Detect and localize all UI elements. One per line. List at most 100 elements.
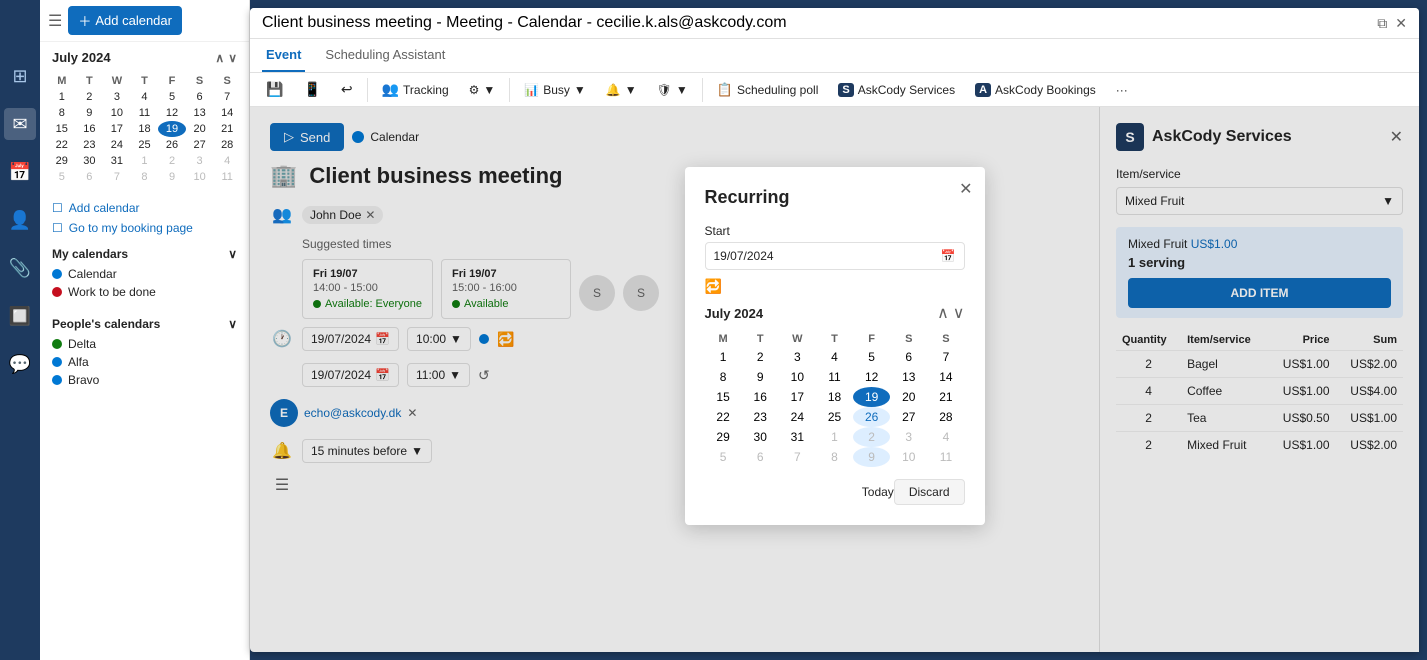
- window-controls: ⧉ ✕: [1377, 15, 1407, 32]
- sidebar: ☰ ＋ Add calendar July 2024 ∧ ∨ M T W T F…: [40, 0, 250, 660]
- start-label: Start: [705, 224, 965, 238]
- tracking-button[interactable]: 👥 Tracking: [374, 77, 457, 102]
- save-icon: 💾: [266, 81, 283, 98]
- askcody-a-icon: A: [975, 83, 991, 97]
- dow-s: S: [186, 73, 214, 89]
- cal-day[interactable]: 1: [48, 89, 76, 105]
- modal-mini-calendar: July 2024 ∧ ∨ MTWTFSS 1234567: [705, 303, 965, 467]
- new-event-button[interactable]: ＋ Add calendar: [68, 6, 182, 35]
- busy-button[interactable]: 📊 Busy ▼: [516, 79, 594, 101]
- plus-calendar-icon: ☐: [52, 201, 63, 215]
- bravo-dot: [52, 375, 62, 385]
- next-month-icon[interactable]: ∨: [228, 51, 237, 65]
- cal-prev-icon[interactable]: ∧: [937, 303, 949, 323]
- sidebar-links: ☐ Add calendar ☐ Go to my booking page: [40, 193, 249, 243]
- tracking-icon: 👥: [382, 81, 399, 98]
- askcody-services-button[interactable]: S AskCody Services: [830, 79, 963, 101]
- peoples-calendars-section: People's calendars ∨ Delta Alfa Bravo: [40, 313, 249, 393]
- new-event-label: Add calendar: [95, 13, 172, 28]
- reminder-button[interactable]: 🔔 ▼: [598, 79, 645, 101]
- busy-icon: 📊: [524, 83, 539, 97]
- undo-button[interactable]: ↩: [333, 77, 361, 102]
- sep3: [702, 78, 703, 102]
- current-month: July 2024: [52, 50, 111, 65]
- poll-icon: 📋: [717, 82, 733, 98]
- dow-t: T: [76, 73, 104, 89]
- calendar-item-bravo[interactable]: Bravo: [52, 371, 237, 389]
- calendar-item-delta[interactable]: Delta: [52, 335, 237, 353]
- sidebar-toolbar: ☰ ＋ Add calendar: [40, 0, 249, 42]
- scheduling-poll-button[interactable]: 📋 Scheduling poll: [709, 78, 827, 102]
- booking-page-label: Go to my booking page: [69, 221, 193, 235]
- month-header: July 2024 ∧ ∨: [40, 42, 249, 73]
- collapse-peoples-icon[interactable]: ∨: [228, 317, 237, 331]
- dow-t2: T: [131, 73, 159, 89]
- nav-icon-apps[interactable]: ⊞: [4, 60, 36, 92]
- nav-icon-tasks[interactable]: 📎: [4, 252, 36, 284]
- cal-month: July 2024: [705, 306, 764, 321]
- dow-s2: S: [213, 73, 241, 89]
- modal-date-input[interactable]: 19/07/2024 📅: [705, 242, 965, 270]
- booking-page-link[interactable]: ☐ Go to my booking page: [52, 221, 237, 235]
- peoples-calendars-header[interactable]: People's calendars ∨: [52, 317, 237, 331]
- hamburger-icon[interactable]: ☰: [48, 11, 62, 31]
- nav-icon-mail[interactable]: ✉: [4, 108, 36, 140]
- prev-month-icon[interactable]: ∧: [215, 51, 224, 65]
- booking-icon: ☐: [52, 221, 63, 235]
- calendar-item-work[interactable]: Work to be done: [52, 283, 237, 301]
- more-button[interactable]: ···: [1108, 79, 1136, 101]
- recurring-modal: Recurring ✕ Start 19/07/2024 📅 🔁 July 20…: [685, 167, 985, 525]
- main-window: Client business meeting - Meeting - Cale…: [250, 8, 1419, 652]
- window-title: Client business meeting - Meeting - Cale…: [262, 14, 787, 32]
- cal-header: July 2024 ∧ ∨: [705, 303, 965, 323]
- dow-w: W: [103, 73, 131, 89]
- mobile-icon: 📱: [303, 81, 320, 98]
- month-navigation[interactable]: ∧ ∨: [215, 51, 237, 65]
- collapse-icon[interactable]: ∨: [228, 247, 237, 261]
- dow-m: M: [48, 73, 76, 89]
- ribbon-tabs: Event Scheduling Assistant: [250, 39, 1419, 73]
- my-calendars-section: My calendars ∨ Calendar Work to be done: [40, 243, 249, 305]
- cal-nav: ∧ ∨: [937, 303, 964, 323]
- options-button[interactable]: ⚙ ▼: [461, 79, 504, 101]
- modal-close-button[interactable]: ✕: [959, 179, 972, 199]
- ribbon-toolbar: 💾 📱 ↩ 👥 Tracking ⚙ ▼ 📊 Busy ▼ 🔔 ▼ 🛡 ▼ 📋 …: [250, 73, 1419, 107]
- privacy-button[interactable]: 🛡 ▼: [649, 79, 696, 101]
- today-button[interactable]: Today: [862, 485, 894, 499]
- reminder-icon: 🔔: [606, 83, 621, 97]
- askcody-services-label: AskCody Services: [858, 83, 955, 97]
- nav-icon-calendar[interactable]: 📅: [4, 156, 36, 188]
- delta-dot: [52, 339, 62, 349]
- mini-calendar: M T W T F S S 1234567 891011121314 15161…: [40, 73, 249, 193]
- options-icon: ⚙: [469, 83, 480, 97]
- calendar-item-alfa[interactable]: Alfa: [52, 353, 237, 371]
- discard-button[interactable]: Discard: [894, 479, 965, 505]
- close-button[interactable]: ✕: [1395, 15, 1407, 32]
- recur-repeat-icon[interactable]: 🔁: [705, 278, 965, 295]
- tab-scheduling-assistant[interactable]: Scheduling Assistant: [321, 39, 449, 72]
- tab-event[interactable]: Event: [262, 39, 305, 72]
- add-calendar-label: Add calendar: [69, 201, 140, 215]
- event-content: ▷ Send Calendar 🏢 Client business meetin…: [250, 107, 1419, 652]
- my-calendars-header[interactable]: My calendars ∨: [52, 247, 237, 261]
- work-calendar-dot: [52, 287, 62, 297]
- nav-icons: ⊞ ✉ 📅 👤 📎 🔲 💬: [0, 0, 40, 660]
- modal-calendar-icon[interactable]: 📅: [941, 249, 956, 263]
- restore-button[interactable]: ⧉: [1377, 15, 1387, 32]
- askcody-bookings-label: AskCody Bookings: [995, 83, 1096, 97]
- nav-icon-apps2[interactable]: 🔲: [4, 300, 36, 332]
- mobile-button[interactable]: 📱: [295, 77, 328, 102]
- more-icon: ···: [1116, 83, 1128, 97]
- nav-icon-teams[interactable]: 💬: [4, 348, 36, 380]
- askcody-bookings-button[interactable]: A AskCody Bookings: [967, 79, 1104, 101]
- nav-icon-people[interactable]: 👤: [4, 204, 36, 236]
- sep2: [509, 78, 510, 102]
- cal-next-icon[interactable]: ∨: [953, 303, 965, 323]
- calendar-item-calendar[interactable]: Calendar: [52, 265, 237, 283]
- plus-icon: ＋: [78, 11, 91, 30]
- modal-title: Recurring: [705, 187, 965, 208]
- privacy-icon: 🛡: [657, 83, 672, 97]
- calendar-dot: [52, 269, 62, 279]
- save-close-button[interactable]: 💾: [258, 77, 291, 102]
- add-calendar-link[interactable]: ☐ Add calendar: [52, 201, 237, 215]
